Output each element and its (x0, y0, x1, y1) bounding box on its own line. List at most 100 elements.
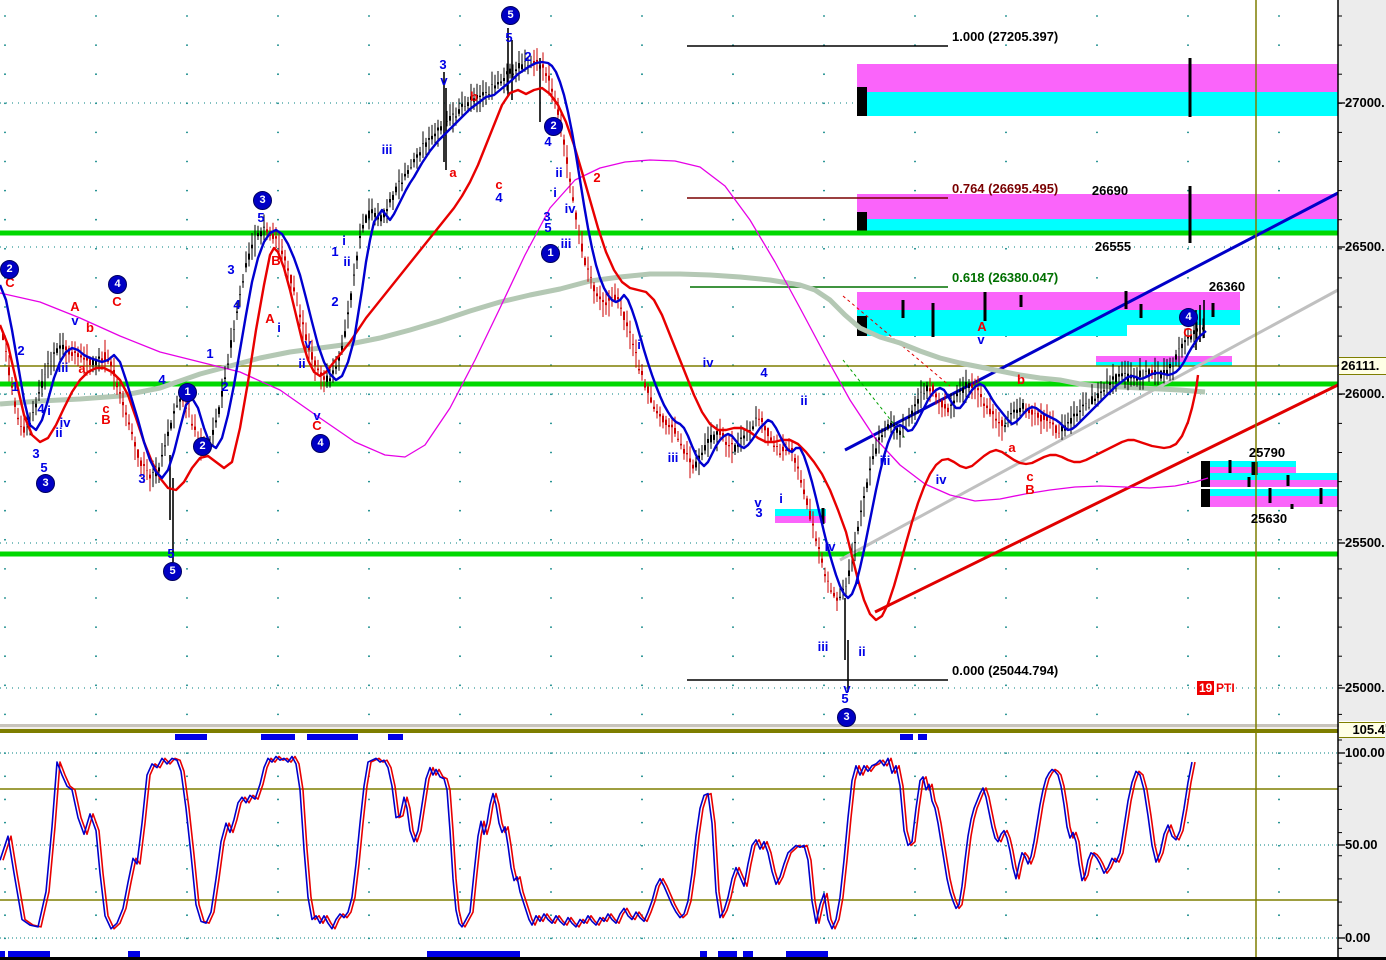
wave-label-blue: i (856, 572, 860, 587)
wave-label-blue: ii (858, 644, 866, 659)
wave-label-circled: 4 (1179, 308, 1198, 327)
wave-label-blue: 4 (37, 401, 45, 416)
wave-label-blue: 4 (760, 365, 768, 380)
chart-window: 5 2 3 v iii 4 ii i iv 3 5 iii 2 1 4 i iv ii 3 5 v iii 1 4 2 3 5 3 4 5… (0, 0, 1386, 960)
wave-label-blue: iv (824, 539, 836, 554)
wave-label-blue: i (47, 403, 51, 418)
wave-label-blue: 4 (158, 372, 166, 387)
wave-label-blue: iv (564, 201, 576, 216)
y-axis-label-25000: 25000. (1345, 680, 1385, 695)
wave-label-red: b (1017, 372, 1025, 387)
wave-label-blue: iv (702, 355, 714, 370)
wave-label-blue: v (71, 313, 79, 328)
wave-label-blue: 1 (11, 379, 19, 394)
fib-label-0764: 0.764 (26695.495) (952, 181, 1059, 196)
wave-label-blue: 1 (206, 346, 214, 361)
wave-label-blue: 5 (544, 220, 552, 235)
wave-label-circled: 4 (311, 434, 330, 453)
wave-label-blue: ii (343, 254, 351, 269)
zone-price-25630: 25630 (1250, 511, 1288, 526)
wave-label-blue: iii (381, 142, 393, 157)
wave-label-blue: iii (57, 360, 69, 375)
fib-label-0000: 0.000 (25044.794) (952, 663, 1059, 678)
fib-label-0618: 0.618 (26380.047) (952, 270, 1059, 285)
wave-label-blue: iii (817, 639, 829, 654)
wave-label-blue: ii (298, 356, 306, 371)
wave-label-circled: 5 (501, 6, 520, 25)
current-price-box: 26111. (1339, 357, 1386, 375)
zone-price-25790: 25790 (1248, 445, 1286, 460)
wave-label-blue: iii (667, 450, 679, 465)
wave-label-red: c (495, 177, 503, 192)
wave-label-blue: 5 (505, 30, 513, 45)
wave-label-blue: 2 (17, 343, 25, 358)
zone-price-26690: 26690 (1091, 183, 1129, 198)
wave-label-blue: i (342, 233, 346, 248)
y-axis-label-26500: 26500. (1345, 239, 1385, 254)
wave-label-red: B (1025, 482, 1035, 497)
wave-label-blue: 3 (32, 446, 40, 461)
wave-label-blue: iii (879, 453, 891, 468)
wave-label-red: A (70, 299, 80, 314)
wave-label-red: C (112, 294, 122, 309)
wave-label-circled: 3 (253, 191, 272, 210)
wave-label-red: 2 (593, 170, 601, 185)
wave-label-red: C (1183, 325, 1193, 340)
wave-label-circled: 4 (108, 275, 127, 294)
wave-label-blue: 4 (544, 134, 552, 149)
osc-axis-label-50: 50.00 (1345, 837, 1378, 852)
wave-label-red: B (101, 412, 111, 427)
wave-label-blue: ii (800, 393, 808, 408)
wave-label-blue: iii (560, 236, 572, 251)
wave-label-red: a (78, 361, 86, 376)
wave-label-blue: 5 (257, 210, 265, 225)
y-axis-label-25500: 25500. (1345, 535, 1385, 550)
wave-label-red: b (470, 89, 478, 104)
wave-label-blue: 3 (755, 505, 763, 520)
wave-label-circled: 5 (163, 562, 182, 581)
wave-label-blue: 3 (439, 57, 447, 72)
wave-label-red: a (449, 165, 457, 180)
wave-label-circled: 1 (178, 383, 197, 402)
wave-label-circled: 2 (544, 117, 563, 136)
fib-label-1000: 1.000 (27205.397) (952, 29, 1059, 44)
wave-label-circled: 1 (541, 244, 560, 263)
wave-label-red: A (977, 319, 987, 334)
wave-label-blue: 4 (495, 190, 503, 205)
wave-label-blue: 2 (524, 49, 532, 64)
wave-label-circled: 3 (36, 474, 55, 493)
wave-label-red: C (312, 418, 322, 433)
wave-label-red: B (271, 253, 281, 268)
wave-label-blue: 2 (331, 294, 339, 309)
wave-label-red: A (265, 311, 275, 326)
wave-label-blue: 5 (167, 546, 175, 561)
wave-label-blue: 2 (221, 379, 229, 394)
osc-axis-label-0: 0.00 (1345, 930, 1371, 945)
y-axis-label-27000: 27000. (1345, 95, 1385, 110)
zone-price-26360: 26360 (1208, 279, 1246, 294)
wave-label-blue: i (637, 337, 641, 352)
osc-axis-label-100: 100.00 (1345, 745, 1385, 760)
wave-label-red: b (86, 320, 94, 335)
osc-top-band (0, 729, 1338, 733)
price-axis-panel (1338, 0, 1386, 960)
wave-label-blue: 3 (138, 471, 146, 486)
chart-canvas[interactable] (0, 0, 1386, 960)
wave-label-blue: 4 (233, 297, 241, 312)
y-axis-label-26000: 26000. (1345, 386, 1385, 401)
wave-label-blue: 5 (841, 691, 849, 706)
wave-label-blue: i (277, 320, 281, 335)
wave-label-blue: 3 (227, 262, 235, 277)
wave-label-circled: 3 (837, 708, 856, 727)
wave-label-blue: i (779, 491, 783, 506)
wave-label-blue: 5 (40, 460, 48, 475)
pti-value-badge: 19 (1197, 681, 1215, 695)
wave-label-red: a (1008, 440, 1016, 455)
wave-label-blue: ii (555, 165, 563, 180)
wave-label-blue: v (977, 332, 985, 347)
wave-label-blue: v (440, 73, 448, 88)
pti-label: PTI (1216, 681, 1235, 695)
wave-label-blue: v (304, 336, 312, 351)
wave-label-blue: iv (935, 472, 947, 487)
wave-label-circled: 2 (0, 260, 19, 279)
